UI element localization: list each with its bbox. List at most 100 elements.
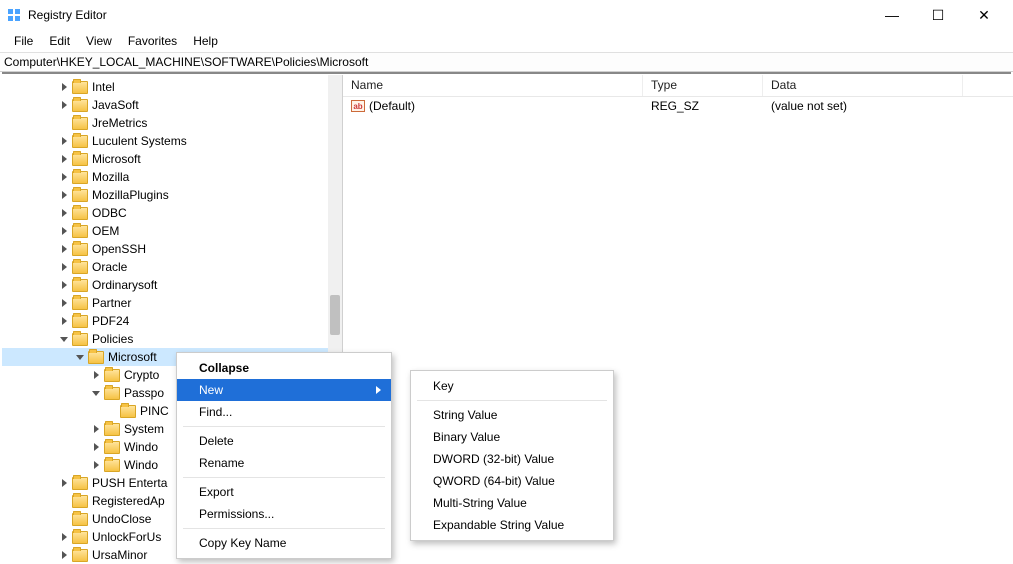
col-name[interactable]: Name <box>343 75 643 96</box>
tree-item[interactable]: Microsoft <box>2 150 342 168</box>
close-button[interactable]: ✕ <box>961 0 1007 30</box>
tree-item-label: OEM <box>92 224 119 238</box>
tree-item[interactable]: Luculent Systems <box>2 132 342 150</box>
chevron-right-icon[interactable] <box>58 135 70 147</box>
col-data[interactable]: Data <box>763 75 963 96</box>
menu-item[interactable]: QWORD (64-bit) Value <box>411 470 613 492</box>
chevron-right-icon[interactable] <box>58 315 70 327</box>
tree-item[interactable]: JreMetrics <box>2 114 342 132</box>
tree-item-label: Ordinarysoft <box>92 278 157 292</box>
tree-item-label: Partner <box>92 296 131 310</box>
chevron-right-icon[interactable] <box>58 207 70 219</box>
chevron-right-icon[interactable] <box>58 153 70 165</box>
tree-item-label: Windo <box>124 458 158 472</box>
folder-icon <box>72 315 88 328</box>
folder-icon <box>72 99 88 112</box>
cell-name-text: (Default) <box>369 99 415 113</box>
tree-item-label: OpenSSH <box>92 242 146 256</box>
tree-item-label: Policies <box>92 332 133 346</box>
expander-empty <box>58 495 70 507</box>
chevron-right-icon[interactable] <box>90 441 102 453</box>
menu-view[interactable]: View <box>78 32 120 50</box>
menu-file[interactable]: File <box>6 32 41 50</box>
menu-item[interactable]: New <box>177 379 391 401</box>
context-menu-new: Key String Value Binary Value DWORD (32-bit… <box>410 370 614 541</box>
titlebar-left: Registry Editor <box>6 7 107 23</box>
folder-icon <box>72 189 88 202</box>
chevron-down-icon[interactable] <box>74 351 86 363</box>
chevron-right-icon[interactable] <box>58 189 70 201</box>
chevron-right-icon[interactable] <box>58 225 70 237</box>
tree-item[interactable]: ODBC <box>2 204 342 222</box>
folder-icon <box>72 495 88 508</box>
menu-item[interactable]: Permissions... <box>177 503 391 525</box>
chevron-right-icon[interactable] <box>58 243 70 255</box>
tree-item-label: Luculent Systems <box>92 134 187 148</box>
tree-item[interactable]: PDF24 <box>2 312 342 330</box>
chevron-right-icon[interactable] <box>58 297 70 309</box>
menu-item[interactable]: Multi-String Value <box>411 492 613 514</box>
list-body[interactable]: ab(Default)REG_SZ(value not set) <box>343 97 1013 115</box>
chevron-right-icon[interactable] <box>58 171 70 183</box>
menu-item-label: Binary Value <box>433 430 500 444</box>
menu-item-label: Find... <box>199 405 232 419</box>
menu-item[interactable]: String Value <box>411 404 613 426</box>
menu-item[interactable]: Collapse <box>177 357 391 379</box>
menu-item[interactable]: Copy Key Name <box>177 532 391 554</box>
chevron-right-icon[interactable] <box>58 81 70 93</box>
titlebar: Registry Editor — ☐ ✕ <box>0 0 1013 30</box>
chevron-right-icon[interactable] <box>58 99 70 111</box>
chevron-right-icon[interactable] <box>90 423 102 435</box>
chevron-right-icon[interactable] <box>90 369 102 381</box>
menu-item-label: Copy Key Name <box>199 536 286 550</box>
menu-item[interactable]: Export <box>177 481 391 503</box>
address-bar[interactable]: Computer\HKEY_LOCAL_MACHINE\SOFTWARE\Pol… <box>0 52 1013 72</box>
tree-item[interactable]: MozillaPlugins <box>2 186 342 204</box>
menu-item[interactable]: Find... <box>177 401 391 423</box>
tree-item[interactable]: Mozilla <box>2 168 342 186</box>
tree-item[interactable]: Partner <box>2 294 342 312</box>
menu-item[interactable]: DWORD (32-bit) Value <box>411 448 613 470</box>
tree-item[interactable]: Oracle <box>2 258 342 276</box>
menu-item-label: Collapse <box>199 361 249 375</box>
menu-item[interactable]: Expandable String Value <box>411 514 613 536</box>
chevron-right-icon[interactable] <box>58 279 70 291</box>
menu-edit[interactable]: Edit <box>41 32 78 50</box>
folder-icon <box>104 423 120 436</box>
menu-item[interactable]: Binary Value <box>411 426 613 448</box>
maximize-button[interactable]: ☐ <box>915 0 961 30</box>
menu-item[interactable]: Delete <box>177 430 391 452</box>
chevron-right-icon[interactable] <box>58 549 70 561</box>
col-type[interactable]: Type <box>643 75 763 96</box>
menu-favorites[interactable]: Favorites <box>120 32 185 50</box>
list-row[interactable]: ab(Default)REG_SZ(value not set) <box>343 97 1013 115</box>
tree-item-label: System <box>124 422 164 436</box>
tree-item[interactable]: Ordinarysoft <box>2 276 342 294</box>
tree-item[interactable]: OEM <box>2 222 342 240</box>
minimize-button[interactable]: — <box>869 0 915 30</box>
folder-icon <box>72 297 88 310</box>
menu-item-label: Export <box>199 485 234 499</box>
tree-item[interactable]: OpenSSH <box>2 240 342 258</box>
tree-scrollbar-thumb[interactable] <box>330 295 340 335</box>
chevron-down-icon[interactable] <box>58 333 70 345</box>
menu-help[interactable]: Help <box>185 32 226 50</box>
tree-item[interactable]: Policies <box>2 330 342 348</box>
address-underline <box>2 72 1011 74</box>
folder-icon <box>72 333 88 346</box>
folder-icon <box>72 477 88 490</box>
menu-item[interactable]: Rename <box>177 452 391 474</box>
tree-item-label: UrsaMinor <box>92 548 147 562</box>
menu-item-label: Rename <box>199 456 244 470</box>
chevron-right-icon[interactable] <box>58 261 70 273</box>
folder-icon <box>72 549 88 562</box>
tree-item[interactable]: Intel <box>2 78 342 96</box>
tree-item[interactable]: JavaSoft <box>2 96 342 114</box>
chevron-right-icon[interactable] <box>58 477 70 489</box>
chevron-right-icon[interactable] <box>58 531 70 543</box>
chevron-right-icon[interactable] <box>90 459 102 471</box>
menu-item[interactable]: Key <box>411 375 613 397</box>
tree-item-label: MozillaPlugins <box>92 188 169 202</box>
chevron-down-icon[interactable] <box>90 387 102 399</box>
expander-empty <box>58 513 70 525</box>
